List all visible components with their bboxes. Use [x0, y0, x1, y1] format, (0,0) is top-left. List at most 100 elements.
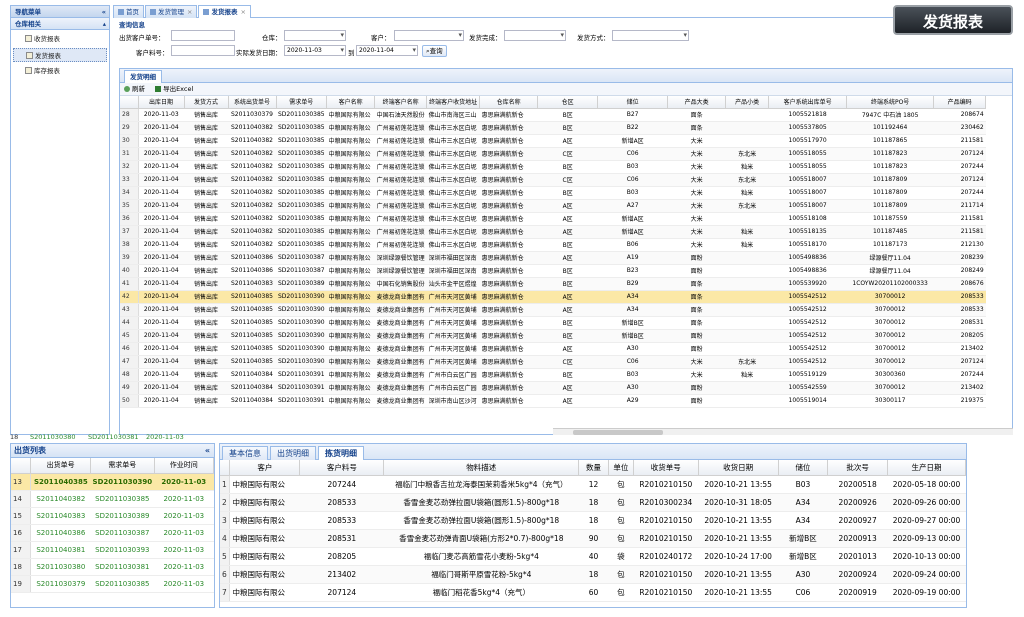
table-row[interactable]: 29 2020-11-04 销售出库 S2011040382 SD2011030385 中…: [120, 121, 986, 135]
column-header[interactable]: 生产日期: [887, 460, 966, 476]
column-header[interactable]: 出货单号: [30, 458, 92, 474]
column-header[interactable]: 需求单号: [276, 96, 328, 109]
export-excel-button[interactable]: 导出Excel: [155, 85, 193, 93]
column-header[interactable]: [120, 96, 139, 109]
tab-shipping-report[interactable]: 发货报表 ×: [198, 5, 251, 18]
warehouse-select[interactable]: [284, 30, 346, 41]
tab-shipping-mgmt[interactable]: 发货管理 ×: [145, 5, 198, 18]
customer-select[interactable]: [394, 30, 464, 41]
column-header[interactable]: 收货单号: [633, 460, 699, 476]
column-header[interactable]: 产品编码: [933, 96, 987, 109]
column-header[interactable]: 储位: [597, 96, 669, 109]
table-row[interactable]: 30 2020-11-04 销售出库 S2011040382 SD2011030385 中…: [120, 134, 986, 148]
table-row[interactable]: 42 2020-11-04 销售出库 S2011040385 SD2011030390 中…: [120, 290, 986, 304]
table-row[interactable]: 3 中粮国际有限公 208533 香雪金麦芯劲弹拉面U袋箱(圆形1.5)-800g*1…: [220, 511, 966, 530]
table-row[interactable]: 39 2020-11-04 销售出库 S2011040386 SD2011030387 中…: [120, 251, 986, 265]
list-item[interactable]: 13 S2011040385 SD2011030390 2020-11-03: [11, 473, 214, 491]
column-header[interactable]: 储位: [778, 460, 829, 476]
table-row[interactable]: 43 2020-11-04 销售出库 S2011040385 SD2011030390 中…: [120, 303, 986, 317]
table-row[interactable]: 50 2020-11-04 销售出库 S2011040384 SD2011030391 中…: [120, 394, 986, 408]
table-row[interactable]: 37 2020-11-04 销售出库 S2011040382 SD2011030385 中…: [120, 225, 986, 239]
table-row[interactable]: 40 2020-11-04 销售出库 S2011040386 SD2011030387 中…: [120, 264, 986, 278]
search-button[interactable]: ⌕查询: [422, 45, 447, 57]
table-cell: S2011040382: [228, 173, 276, 187]
sidebar-item-inventory-report[interactable]: 库存报表: [13, 64, 107, 78]
detail-tab[interactable]: 基本信息: [222, 446, 268, 460]
column-header[interactable]: 出库日期: [138, 96, 185, 109]
column-header[interactable]: 产品小类: [725, 96, 770, 109]
refresh-button[interactable]: 刷新: [124, 85, 145, 93]
column-header[interactable]: 收货日期: [698, 460, 779, 476]
table-row[interactable]: 31 2020-11-04 销售出库 S2011040382 SD2011030385 中…: [120, 147, 986, 161]
tab-home[interactable]: 首页: [113, 5, 144, 18]
column-header[interactable]: 发货方式: [184, 96, 229, 109]
column-header[interactable]: 作业时间: [154, 458, 214, 474]
column-header[interactable]: 终端客户名称: [374, 96, 428, 109]
table-row[interactable]: 28 2020-11-03 销售出库 S2011030379 SD2011030385 中…: [120, 108, 986, 122]
horizontal-scrollbar[interactable]: [553, 428, 1013, 435]
close-icon[interactable]: ×: [240, 8, 245, 16]
table-row[interactable]: 1 中粮国际有限公 207244 福临门中粮香吉拉龙海泰国茉莉香米5kg*4（充气） 1…: [220, 475, 966, 494]
column-header[interactable]: [11, 458, 32, 474]
column-header[interactable]: 批次号: [827, 460, 888, 476]
table-row[interactable]: 5 中粮国际有限公 208205 福临门麦芯高筋雪花小麦粉-5kg*4 40 袋 R2010…: [220, 547, 966, 566]
detail-tab[interactable]: 出货明细: [270, 446, 316, 460]
collapse-icon[interactable]: «: [205, 444, 210, 458]
list-item[interactable]: 15 S2011040383 SD2011030389 2020-11-03: [11, 507, 214, 525]
table-row[interactable]: 44 2020-11-04 销售出库 S2011040385 SD2011030390 中…: [120, 316, 986, 330]
column-header[interactable]: 系统出货单号: [228, 96, 277, 109]
collapse-icon[interactable]: «: [102, 6, 106, 18]
table-row[interactable]: 7 中粮国际有限公 207124 福临门稻花香5kg*4（充气） 60 包 R2010210…: [220, 583, 966, 602]
sidebar-item-shipping-report[interactable]: 发货报表: [13, 48, 107, 62]
method-select[interactable]: [612, 30, 689, 41]
table-cell: SD2011030385: [276, 238, 327, 252]
column-header[interactable]: 产品大类: [667, 96, 727, 109]
table-row[interactable]: 49 2020-11-04 销售出库 S2011040384 SD2011030391 中…: [120, 381, 986, 395]
column-header[interactable]: 仓区: [537, 96, 599, 109]
material-input[interactable]: [171, 45, 235, 56]
column-header[interactable]: [220, 460, 231, 476]
table-row[interactable]: 48 2020-11-04 销售出库 S2011040384 SD2011030391 中…: [120, 368, 986, 382]
date-from-input[interactable]: 2020-11-03: [284, 45, 346, 56]
column-header[interactable]: 物料描述: [383, 460, 580, 476]
table-row[interactable]: 35 2020-11-04 销售出库 S2011040382 SD2011030385 中…: [120, 199, 986, 213]
table-row[interactable]: 32 2020-11-04 销售出库 S2011040382 SD2011030385 中…: [120, 160, 986, 174]
date-to-input[interactable]: 2020-11-04: [356, 45, 418, 56]
table-row[interactable]: 4 中粮国际有限公 208531 香雪金麦芯劲弹青面U袋箱(方形2*0.7)-800g…: [220, 529, 966, 548]
table-row[interactable]: 6 中粮国际有限公 213402 福临门哥斯平原雪花粉-5kg*4 18 包 R201021…: [220, 565, 966, 584]
table-row[interactable]: 36 2020-11-04 销售出库 S2011040382 SD2011030385 中…: [120, 212, 986, 226]
column-header[interactable]: 终端系统PO号: [846, 96, 935, 109]
table-cell: 7: [220, 583, 231, 602]
scrollbar-thumb[interactable]: [573, 430, 663, 435]
list-item[interactable]: 18 S2011030380 SD2011030381 2020-11-03: [11, 558, 214, 576]
tab-shipping-detail[interactable]: 发货明细: [124, 70, 162, 83]
column-header[interactable]: 客户系统出库单号: [768, 96, 848, 109]
column-header[interactable]: 单位: [608, 460, 634, 476]
column-header[interactable]: 数量: [578, 460, 609, 476]
list-item[interactable]: 16 S2011040386 SD2011030387 2020-11-03: [11, 524, 214, 542]
list-item[interactable]: 14 S2011040382 SD2011030385 2020-11-03: [11, 490, 214, 508]
list-item[interactable]: 17 S2011040381 SD2011030393 2020-11-03: [11, 541, 214, 559]
table-row[interactable]: 46 2020-11-04 销售出库 S2011040385 SD2011030390 中…: [120, 342, 986, 356]
chevron-up-icon[interactable]: ▴: [103, 18, 106, 30]
detail-tab[interactable]: 拣货明细: [318, 446, 364, 460]
table-row[interactable]: 45 2020-11-04 销售出库 S2011040385 SD2011030390 中…: [120, 329, 986, 343]
table-row[interactable]: 33 2020-11-04 销售出库 S2011040382 SD2011030385 中…: [120, 173, 986, 187]
nav-group-warehouse[interactable]: 仓库相关 ▴: [11, 18, 109, 30]
column-header[interactable]: 终端客户收货地址: [426, 96, 481, 109]
customer-order-input[interactable]: [171, 30, 235, 41]
close-icon[interactable]: ×: [187, 8, 192, 16]
status-select[interactable]: [504, 30, 566, 41]
table-row[interactable]: 47 2020-11-04 销售出库 S2011040385 SD2011030390 中…: [120, 355, 986, 369]
table-row[interactable]: 38 2020-11-04 销售出库 S2011040382 SD2011030385 中…: [120, 238, 986, 252]
table-row[interactable]: 2 中粮国际有限公 208533 香雪金麦芯劲弹拉面U袋箱(圆形1.5)-800g*1…: [220, 493, 966, 512]
sidebar-item-receiving-report[interactable]: 收货报表: [13, 32, 107, 46]
list-item[interactable]: 19 S2011030379 SD2011030385 2020-11-03: [11, 575, 214, 593]
table-row[interactable]: 34 2020-11-04 销售出库 S2011040382 SD2011030385 中…: [120, 186, 986, 200]
column-header[interactable]: 客户: [229, 460, 301, 476]
column-header[interactable]: 客户名称: [326, 96, 376, 109]
column-header[interactable]: 需求单号: [90, 458, 155, 474]
table-row[interactable]: 41 2020-11-04 销售出库 S2011040383 SD2011030389 中…: [120, 277, 986, 291]
column-header[interactable]: 客户料号: [299, 460, 385, 476]
column-header[interactable]: 仓库名称: [479, 96, 539, 109]
